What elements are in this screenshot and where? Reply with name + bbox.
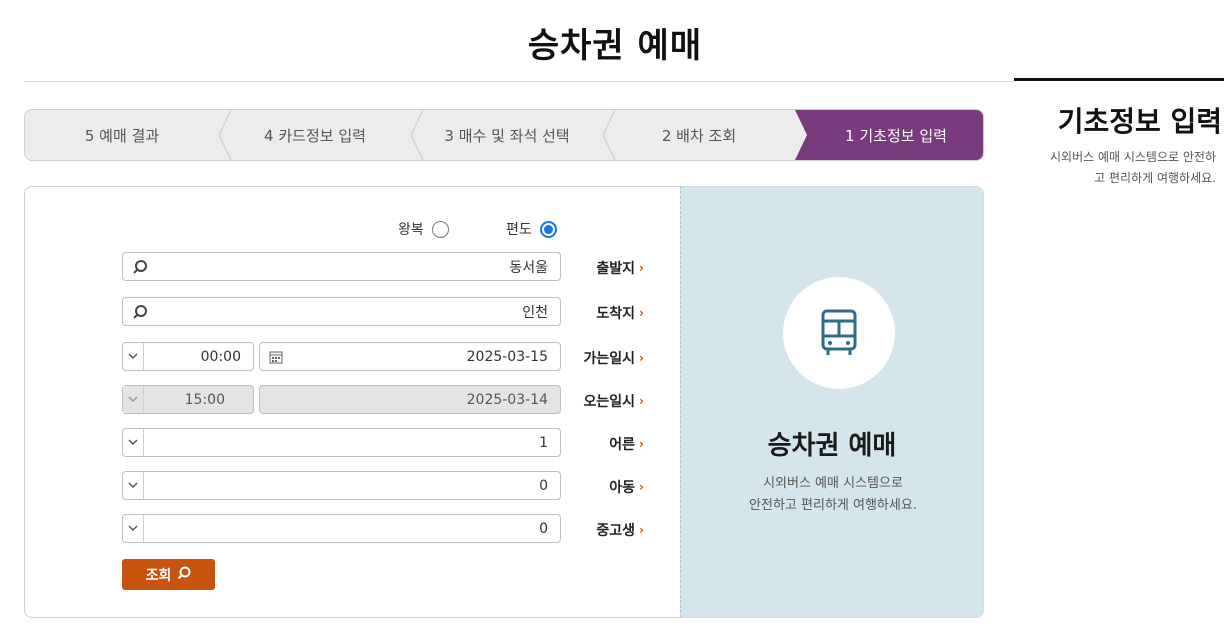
chevron-right-icon: › [639,523,644,537]
go-date-input[interactable]: 2025-03-15 [259,342,561,371]
oneway-label: 편도 [506,222,532,238]
search-button[interactable]: 조회 [122,559,215,590]
chevron-down-icon[interactable] [123,343,144,370]
return-datetime-label-text: 오는일시 [583,394,636,410]
step-1-active: 1 기초정보 입력 [795,110,983,160]
step-separator [602,110,616,160]
step-2-label: 2 배차 조회 [661,126,737,145]
roundtrip-option[interactable]: 왕복 [398,219,449,239]
departure-label: 출발지 › [578,258,644,278]
roundtrip-label: 왕복 [398,222,424,238]
departure-value: 동서울 [509,259,548,276]
info-desc-line-1: 시외버스 예매 시스템으로 [763,476,903,491]
step-4-label: 4 카드정보 입력 [264,126,366,145]
chevron-down-icon[interactable] [123,472,144,499]
student-label-text: 중고생 [596,523,636,539]
side-divider [1014,78,1224,81]
step-5: 5 예매 결과 [25,110,219,160]
step-progress-bar: 5 예매 결과 4 카드정보 입력 3 매수 및 좌석 선택 2 배차 조회 1… [24,109,984,161]
info-description: 시외버스 예매 시스템으로 안전하고 편리하게 여행하세요. [711,473,955,517]
side-desc-line-1: 시외버스 예매 시스템으로 안전하 [1049,150,1216,164]
child-label: 아동 › [578,477,644,497]
search-button-label: 조회 [145,567,172,584]
student-count-value: 0 [539,520,548,537]
go-time-value: 00:00 [200,348,241,365]
page-title: 승차권 예매 [527,26,703,66]
go-datetime-label-text: 가는일시 [583,351,636,367]
step-2: 2 배차 조회 [602,110,795,160]
student-label: 중고생 › [578,520,644,540]
bus-icon-circle [783,277,895,389]
adult-label: 어른 › [578,434,644,454]
side-title: 기초정보 입력 [1057,105,1222,138]
adult-count-value: 1 [539,434,548,451]
step-separator [410,110,424,160]
bus-icon [821,309,857,355]
side-description: 시외버스 예매 시스템으로 안전하 고 편리하게 여행하세요. [1026,147,1216,189]
step-separator [218,110,232,160]
oneway-option[interactable]: 편도 [506,219,557,239]
search-icon [132,259,148,279]
search-icon [132,304,148,324]
child-count-select[interactable]: 0 [122,471,561,500]
child-count-value: 0 [539,477,548,494]
departure-input[interactable]: 동서울 [122,252,561,281]
adult-label-text: 어른 [609,437,636,453]
arrival-label: 도착지 › [578,303,644,323]
calendar-icon [269,350,283,368]
child-label-text: 아동 [609,480,636,496]
go-time-select[interactable]: 00:00 [122,342,254,371]
step-5-label: 5 예매 결과 [84,126,160,145]
return-time-select: 15:00 [122,385,254,414]
chevron-right-icon: › [639,351,644,365]
arrival-label-text: 도착지 [596,306,636,322]
info-desc-line-2: 안전하고 편리하게 여행하세요. [749,498,917,513]
arrival-value: 인천 [522,304,548,321]
step-3-label: 3 매수 및 좌석 선택 [444,126,570,145]
roundtrip-radio[interactable] [431,220,449,238]
chevron-right-icon: › [639,261,644,275]
go-datetime-label: 가는일시 › [578,348,644,368]
chevron-down-icon [123,386,144,413]
search-icon [177,566,191,584]
chevron-right-icon: › [639,480,644,494]
chevron-right-icon: › [639,394,644,408]
title-divider [24,81,1014,82]
return-time-value: 15:00 [184,391,225,408]
info-panel: 승차권 예매 시외버스 예매 시스템으로 안전하고 편리하게 여행하세요. [680,186,984,618]
student-count-select[interactable]: 0 [122,514,561,543]
step-1-label: 1 기초정보 입력 [845,126,947,145]
chevron-right-icon: › [639,437,644,451]
chevron-down-icon[interactable] [123,429,144,456]
chevron-down-icon[interactable] [123,515,144,542]
step-3: 3 매수 및 좌석 선택 [410,110,603,160]
oneway-radio[interactable] [539,220,557,238]
side-desc-line-2: 고 편리하게 여행하세요. [1094,171,1216,185]
return-date-value: 2025-03-14 [466,391,548,408]
arrival-input[interactable]: 인천 [122,297,561,326]
go-date-value: 2025-03-15 [466,348,548,365]
adult-count-select[interactable]: 1 [122,428,561,457]
info-title: 승차권 예매 [767,431,897,461]
chevron-right-icon: › [639,306,644,320]
return-datetime-label: 오는일시 › [578,391,644,411]
departure-label-text: 출발지 [596,261,636,277]
return-date-input: 2025-03-14 [259,385,561,414]
step-4: 4 카드정보 입력 [218,110,411,160]
